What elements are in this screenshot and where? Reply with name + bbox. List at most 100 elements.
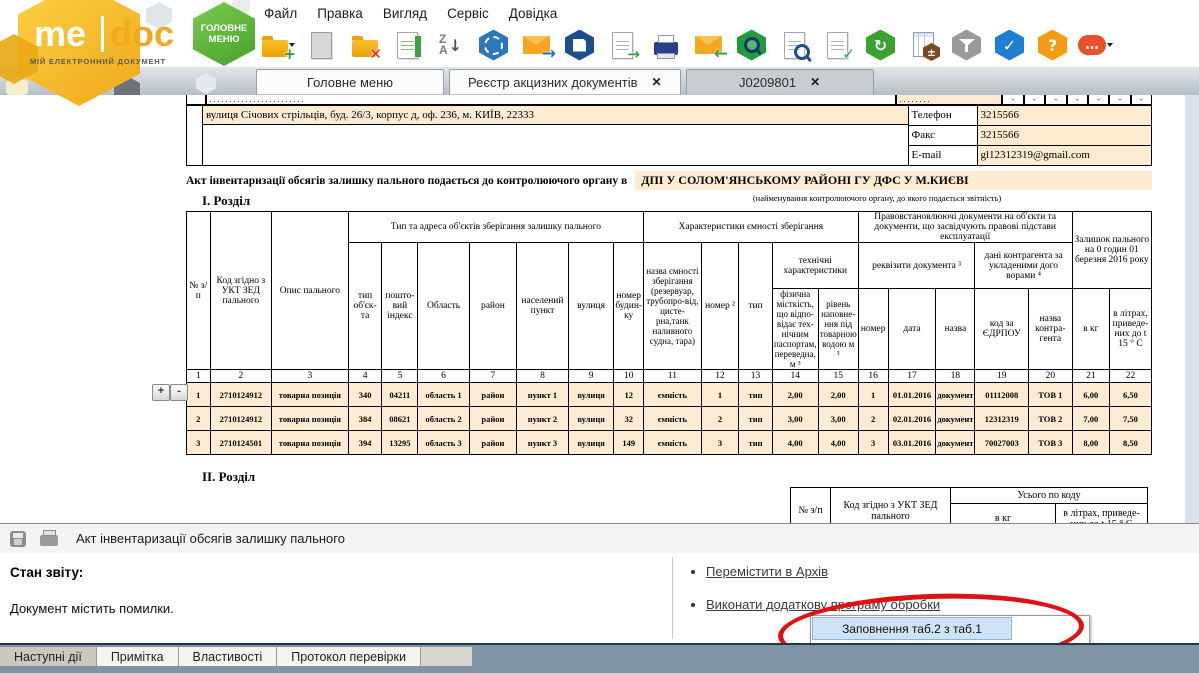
table-cell[interactable]: тип bbox=[739, 407, 772, 431]
table-cell[interactable]: 1 bbox=[701, 383, 739, 407]
email-field[interactable]: gl12312319@gmail.com bbox=[978, 146, 1152, 165]
fill-tab2-menu-item[interactable]: Заповнення таб.2 з таб.1 bbox=[812, 617, 1012, 640]
form-cell[interactable]: - bbox=[1045, 95, 1066, 105]
table-cell[interactable]: ємність bbox=[644, 431, 702, 455]
table-cell[interactable]: область 2 bbox=[418, 407, 469, 431]
print-icon[interactable] bbox=[40, 535, 58, 546]
table-cell[interactable]: 2710124501 bbox=[210, 431, 271, 455]
receive-report-icon[interactable]: ← bbox=[690, 28, 727, 62]
table-cell[interactable]: 13295 bbox=[382, 431, 418, 455]
table-cell[interactable]: ТОВ 2 bbox=[1029, 407, 1073, 431]
table-cell[interactable]: ТОВ 1 bbox=[1029, 383, 1073, 407]
table-cell[interactable]: документ bbox=[936, 431, 975, 455]
table-cell[interactable]: товарна позиція bbox=[272, 383, 349, 407]
table-cell[interactable]: 1 bbox=[187, 383, 211, 407]
table-cell[interactable]: 384 bbox=[348, 407, 382, 431]
menu-edit[interactable]: Правка bbox=[317, 6, 363, 21]
save-icon[interactable] bbox=[561, 28, 598, 62]
table-cell[interactable]: 149 bbox=[614, 431, 644, 455]
table-cell[interactable]: 2 bbox=[858, 407, 888, 431]
open-report-icon[interactable]: + bbox=[260, 28, 297, 62]
table-cell[interactable]: 08621 bbox=[382, 407, 418, 431]
phone-field[interactable]: 3215566 bbox=[978, 106, 1152, 125]
close-icon[interactable]: ✕ bbox=[652, 75, 662, 89]
table-cell[interactable]: 70027003 bbox=[975, 431, 1029, 455]
approve-icon[interactable]: ✓ bbox=[991, 28, 1028, 62]
table-cell[interactable]: 4,00 bbox=[818, 431, 858, 455]
table-cell[interactable]: документ bbox=[936, 383, 975, 407]
table-cell[interactable]: тип bbox=[739, 383, 772, 407]
fax-field[interactable]: 3215566 bbox=[978, 126, 1152, 145]
table-cell[interactable]: 340 bbox=[348, 383, 382, 407]
table-cell[interactable]: пункт 1 bbox=[517, 383, 569, 407]
blank-page-icon[interactable] bbox=[303, 28, 340, 62]
table-cell[interactable]: 2,00 bbox=[772, 383, 818, 407]
table-cell[interactable]: документ bbox=[936, 407, 975, 431]
table-cell[interactable]: 01.01.2016 bbox=[888, 383, 936, 407]
close-icon[interactable]: ✕ bbox=[810, 75, 820, 89]
tab-excise-register[interactable]: Реєстр акцизних документів ✕ bbox=[449, 69, 681, 94]
verify-document-icon[interactable]: ✓ bbox=[819, 28, 856, 62]
table-cell[interactable]: район bbox=[469, 431, 516, 455]
preview-document-icon[interactable] bbox=[776, 28, 813, 62]
export-document-icon[interactable]: → bbox=[604, 28, 641, 62]
table-cell[interactable]: ємність bbox=[644, 383, 702, 407]
table-cell[interactable]: товарна позиція bbox=[272, 407, 349, 431]
bottom-tab-note[interactable]: Примітка bbox=[97, 647, 179, 666]
help-icon[interactable]: ? bbox=[1034, 28, 1071, 62]
table-cell[interactable]: вулиця bbox=[568, 431, 613, 455]
table-cell[interactable]: 3 bbox=[187, 431, 211, 455]
table-cell[interactable]: 7,00 bbox=[1072, 407, 1109, 431]
table-cell[interactable]: 394 bbox=[348, 431, 382, 455]
table-cell[interactable]: 2710124912 bbox=[210, 383, 271, 407]
table-cell[interactable]: 2,00 bbox=[818, 383, 858, 407]
table-cell[interactable]: 3,00 bbox=[818, 407, 858, 431]
table-cell[interactable]: ємність bbox=[644, 407, 702, 431]
menu-view[interactable]: Вигляд bbox=[383, 6, 427, 21]
table-cell[interactable]: 12312319 bbox=[975, 407, 1029, 431]
menu-file[interactable]: Файл bbox=[264, 6, 297, 21]
bottom-tab-next-actions[interactable]: Наступні дії bbox=[0, 647, 97, 666]
table-cell[interactable]: 6,50 bbox=[1109, 383, 1151, 407]
table-cell[interactable]: район bbox=[469, 383, 516, 407]
menu-service[interactable]: Сервіс bbox=[447, 6, 489, 21]
add-row-button[interactable]: + bbox=[152, 384, 170, 401]
table-cell[interactable]: 3 bbox=[701, 431, 739, 455]
table-cell[interactable]: 3 bbox=[858, 431, 888, 455]
table-cell[interactable]: 2710124912 bbox=[210, 407, 271, 431]
table-cell[interactable]: пункт 3 bbox=[517, 431, 569, 455]
table-cell[interactable]: 3,00 bbox=[772, 407, 818, 431]
form-cell[interactable]: - bbox=[1088, 95, 1109, 105]
bottom-tab-properties[interactable]: Властивості bbox=[179, 647, 278, 666]
refresh-icon[interactable]: ↻ bbox=[862, 28, 899, 62]
table-cell[interactable]: 03.01.2016 bbox=[888, 431, 936, 455]
form-cell[interactable]: - bbox=[1131, 95, 1152, 105]
table-cell[interactable]: 02.01.2016 bbox=[888, 407, 936, 431]
filter-icon[interactable] bbox=[948, 28, 985, 62]
feedback-icon[interactable]: … bbox=[1077, 28, 1114, 62]
table-cell[interactable]: 8,00 bbox=[1072, 431, 1109, 455]
bottom-tab-check-protocol[interactable]: Протокол перевірки bbox=[277, 647, 421, 666]
table-cell[interactable]: 4,00 bbox=[772, 431, 818, 455]
table-cell[interactable]: район bbox=[469, 407, 516, 431]
form-cell[interactable]: - bbox=[1067, 95, 1088, 105]
form-cell[interactable]: - bbox=[1109, 95, 1130, 105]
form-cell[interactable]: - bbox=[1002, 95, 1023, 105]
sort-icon[interactable]: ZA↓ bbox=[432, 28, 469, 62]
tab-j0209801[interactable]: J0209801 ✕ bbox=[686, 69, 874, 94]
save-icon[interactable] bbox=[10, 531, 26, 547]
table-cell[interactable]: ТОВ 3 bbox=[1029, 431, 1073, 455]
table-cell[interactable]: 01112008 bbox=[975, 383, 1029, 407]
run-extra-program-link[interactable]: Виконати додаткову програму обробки bbox=[706, 597, 940, 612]
open-editor-icon[interactable] bbox=[389, 28, 426, 62]
table-cell[interactable]: область 1 bbox=[418, 383, 469, 407]
table-cell[interactable]: 7,50 bbox=[1109, 407, 1151, 431]
table-cell[interactable]: 2 bbox=[701, 407, 739, 431]
menu-help[interactable]: Довідка bbox=[509, 6, 558, 21]
table-cell[interactable]: пункт 2 bbox=[517, 407, 569, 431]
table-cell[interactable]: тип bbox=[739, 431, 772, 455]
table-cell[interactable]: 32 bbox=[614, 407, 644, 431]
delete-report-icon[interactable]: ✕ bbox=[346, 28, 383, 62]
form-cell[interactable]: - bbox=[1024, 95, 1045, 105]
table-cell[interactable]: 2 bbox=[187, 407, 211, 431]
